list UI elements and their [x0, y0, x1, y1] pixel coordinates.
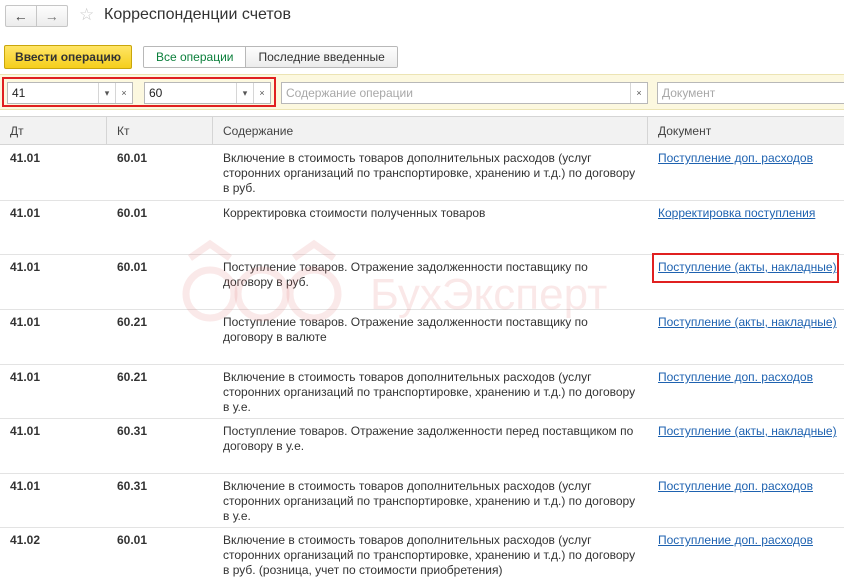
document-link[interactable]: Поступление доп. расходов — [648, 528, 844, 553]
cell-dt: 41.01 — [10, 151, 41, 165]
document-link[interactable]: Поступление доп. расходов — [648, 146, 844, 171]
table-row[interactable]: 41.02 60.01 Включение в стоимость товаро… — [0, 528, 844, 579]
nav-buttons: ← → — [5, 5, 68, 27]
correspondence-table: Дт Кт Содержание Документ 41.01 60.01 Вк… — [0, 116, 844, 579]
cell-kt: 60.01 — [117, 533, 148, 547]
back-arrow-icon[interactable]: ← — [6, 6, 37, 26]
table-row[interactable]: 41.01 60.01 Включение в стоимость товаро… — [0, 146, 844, 201]
forward-arrow-icon[interactable]: → — [37, 6, 67, 26]
page-title: Корреспонденции счетов — [104, 6, 291, 23]
cell-content: Поступление товаров. Отражение задолженн… — [223, 315, 588, 344]
cell-kt: 60.01 — [117, 151, 148, 165]
table-header: Дт Кт Содержание Документ — [0, 117, 844, 145]
document-filter-input[interactable]: Документ — [657, 82, 844, 104]
table-row[interactable]: 41.01 60.01 Корректировка стоимости полу… — [0, 201, 844, 255]
account-filter-highlight — [2, 77, 276, 107]
document-link[interactable]: Поступление доп. расходов — [648, 474, 844, 499]
cell-dt: 41.01 — [10, 315, 41, 329]
table-row[interactable]: 41.01 60.21 Включение в стоимость товаро… — [0, 365, 844, 419]
cell-content: Корректировка стоимости полученных товар… — [223, 206, 486, 220]
table-row[interactable]: 41.01 60.31 Включение в стоимость товаро… — [0, 474, 844, 528]
document-filter-placeholder[interactable]: Документ — [658, 83, 844, 103]
cell-content: Включение в стоимость товаров дополнител… — [223, 370, 636, 414]
table-row[interactable]: 41.01 60.31 Поступление товаров. Отражен… — [0, 419, 844, 474]
cell-dt: 41.01 — [10, 424, 41, 438]
tab-all-operations[interactable]: Все операции — [144, 47, 247, 67]
clear-icon[interactable]: × — [630, 83, 647, 103]
cell-dt: 41.01 — [10, 206, 41, 220]
cell-content: Включение в стоимость товаров дополнител… — [223, 151, 636, 195]
column-header-kt[interactable]: Кт — [107, 117, 213, 145]
column-header-document[interactable]: Документ — [648, 117, 844, 145]
cell-content: Включение в стоимость товаров дополнител… — [223, 533, 636, 577]
cell-kt: 60.21 — [117, 370, 148, 384]
favorite-star-icon[interactable]: ☆ — [79, 5, 94, 25]
document-link[interactable]: Поступление (акты, накладные) — [648, 419, 844, 444]
column-header-dt[interactable]: Дт — [0, 117, 107, 145]
cell-kt: 60.01 — [117, 206, 148, 220]
column-header-content[interactable]: Содержание — [213, 117, 648, 145]
cell-kt: 60.31 — [117, 424, 148, 438]
cell-content: Включение в стоимость товаров дополнител… — [223, 479, 636, 523]
cell-dt: 41.02 — [10, 533, 41, 547]
content-filter-input[interactable]: Содержание операции × — [281, 82, 648, 104]
cell-kt: 60.31 — [117, 479, 148, 493]
cell-kt: 60.21 — [117, 315, 148, 329]
enter-operation-button[interactable]: Ввести операцию — [4, 45, 132, 69]
cell-content: Поступление товаров. Отражение задолженн… — [223, 424, 634, 453]
cell-dt: 41.01 — [10, 260, 41, 274]
title-bar: ← → ☆ Корреспонденции счетов — [0, 0, 844, 36]
cell-dt: 41.01 — [10, 370, 41, 384]
document-link[interactable]: Поступление доп. расходов — [648, 365, 844, 390]
cell-dt: 41.01 — [10, 479, 41, 493]
operations-tabs: Все операции Последние введенные — [143, 46, 398, 68]
document-link-highlight — [652, 253, 839, 283]
tab-recent-operations[interactable]: Последние введенные — [246, 47, 397, 67]
cell-kt: 60.01 — [117, 260, 148, 274]
cell-content: Поступление товаров. Отражение задолженн… — [223, 260, 588, 289]
document-link[interactable]: Корректировка поступления — [648, 201, 844, 226]
content-filter-placeholder[interactable]: Содержание операции — [282, 83, 630, 103]
table-row[interactable]: 41.01 60.21 Поступление товаров. Отражен… — [0, 310, 844, 365]
document-link[interactable]: Поступление (акты, накладные) — [648, 310, 844, 335]
